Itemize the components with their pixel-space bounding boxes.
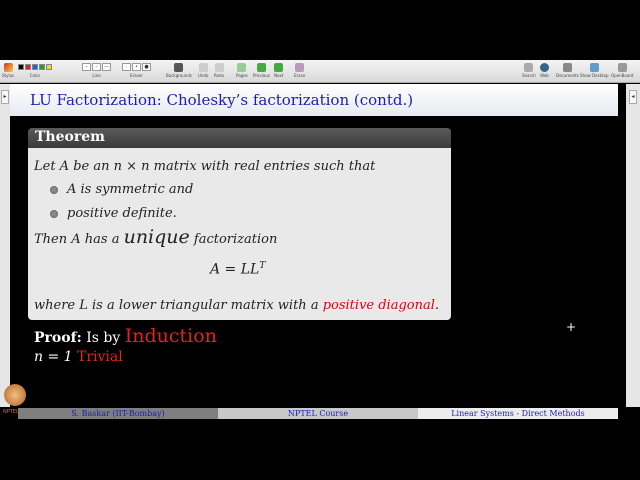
web-label: Web [540,73,549,78]
color-label: Color [29,73,41,78]
redo-button[interactable]: Redo [214,62,224,80]
openboard-icon [617,62,627,72]
equation-text: A = LL [210,261,260,278]
line-medium-button[interactable]: – [92,63,101,71]
toolbar: Stylus Color – – — Line · • ● Eraser Bac… [0,60,640,83]
previous-label: Previous [253,73,270,78]
theorem-bullet-1: A is symmetric and [50,182,193,197]
globe-icon [540,62,549,72]
backgrounds-label: Backgrounds [166,73,192,78]
proof-text: Is by [81,330,125,346]
proof-line: Proof: Is by Induction [34,325,217,347]
left-side-strip: ▸ [0,84,10,407]
next-label: Next [274,73,284,78]
documents-icon [562,62,572,72]
color-tool[interactable]: Color [18,62,52,80]
line-tool[interactable]: – – — Line [82,62,111,80]
undo-button[interactable]: Undo [198,62,208,80]
eraser-small-button[interactable]: · [122,63,131,71]
theorem-line-2: Then A has a unique factorization [34,226,277,248]
erase-icon [295,62,305,72]
next-button[interactable]: Next [274,62,283,80]
right-page-button[interactable]: ◂ [629,90,637,104]
line-3-start: where L is a lower triangular matrix wit… [34,298,323,313]
positive-diagonal-text: positive diagonal [322,298,435,313]
equation-superscript: T [259,261,266,271]
swatch-red[interactable] [25,64,31,70]
nptel-logo-icon [4,384,26,406]
eraser-medium-button[interactable]: • [132,63,141,71]
swatch-black[interactable] [18,64,24,70]
search-button[interactable]: Search [522,62,536,80]
line-label: Line [92,73,101,78]
next-icon [274,62,284,72]
desktop-icon [589,62,599,72]
slide-title: LU Factorization: Cholesky’s factorizati… [30,91,414,109]
swatch-blue[interactable] [32,64,38,70]
unique-word: unique [123,226,190,248]
theorem-heading-box: Theorem [28,128,451,148]
induction-text: Induction [124,325,217,347]
erase-button[interactable]: Erase [294,62,305,80]
theorem-body: Let A be an n × n matrix with real entri… [28,148,451,320]
footer-topic: Linear Systems - Direct Methods [418,408,618,419]
show-desktop-button[interactable]: Show Desktop [580,62,609,80]
documents-label: Documents [556,73,579,78]
nptel-logo-text: NPTEL [3,409,19,415]
undo-icon [198,62,208,72]
pages-label: Pages [236,73,248,78]
line-2-end: factorization [189,232,278,247]
trivial-text: Trivial [77,349,123,365]
undo-label: Undo [198,73,209,78]
redo-label: Redo [214,73,225,78]
slide-title-bar: LU Factorization: Cholesky’s factorizati… [10,84,618,116]
bullet-2-text: positive definite. [67,206,177,221]
redo-icon [214,62,224,72]
factorization-equation: A = LLT [210,261,265,278]
theorem-heading: Theorem [35,129,105,145]
backgrounds-icon [174,62,184,72]
base-case-line: n = 1 Trivial [34,349,123,365]
bullet-icon [50,209,58,218]
right-side-strip: ◂ [626,84,640,407]
crosshair-cursor-icon: + [566,320,577,334]
swatch-yellow[interactable] [46,64,52,70]
show-desktop-label: Show Desktop [580,73,609,78]
bullet-icon [50,185,58,194]
theorem-line-1: Let A be an n × n matrix with real entri… [34,159,376,174]
openboard-button[interactable]: OpenBoard [611,62,633,80]
eraser-large-button[interactable]: ● [142,63,151,71]
pages-icon [237,62,247,72]
search-label: Search [522,73,536,78]
theorem-line-3: where L is a lower triangular matrix wit… [34,298,439,313]
pages-button[interactable]: Pages [236,62,248,80]
previous-icon [256,62,266,72]
eraser-tool[interactable]: · • ● Eraser [122,62,151,80]
pen-icon [3,62,13,72]
documents-button[interactable]: Documents [556,62,579,80]
backgrounds-button[interactable]: Backgrounds [166,62,192,80]
theorem-bullet-2: positive definite. [50,206,177,221]
previous-button[interactable]: Previous [253,62,270,80]
line-3-end: . [434,298,440,313]
erase-label: Erase [294,73,306,78]
web-button[interactable]: Web [540,62,549,80]
line-2-start: Then A has a [34,232,124,247]
line-thin-button[interactable]: – [82,63,91,71]
proof-label: Proof: [34,330,82,346]
eraser-label: Eraser [130,73,143,78]
openboard-label: OpenBoard [611,73,634,78]
footer-author: S. Baskar (IIT-Bombay) [18,408,218,419]
swatch-green[interactable] [39,64,45,70]
stylus-label: Stylus [2,73,15,78]
line-thick-button[interactable]: — [102,63,111,71]
base-case-text: n = 1 [34,349,78,365]
left-page-button[interactable]: ▸ [1,90,9,104]
stylus-tool[interactable]: Stylus [2,62,14,80]
bullet-1-text: A is symmetric and [67,182,194,197]
footer-course: NPTEL Course [218,408,418,419]
search-icon [524,62,534,72]
